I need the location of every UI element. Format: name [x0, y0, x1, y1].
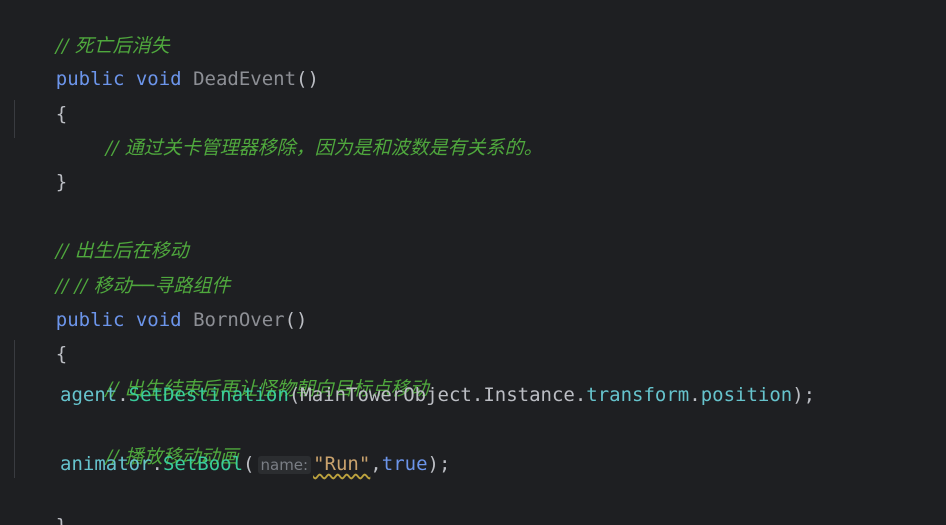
keyword-void: void: [135, 68, 182, 90]
identifier-transform[interactable]: transform: [586, 384, 689, 406]
keyword-void: void: [135, 309, 182, 331]
identifier-agent[interactable]: agent: [60, 384, 117, 406]
brace-close: }: [56, 515, 67, 525]
parentheses: (): [284, 309, 308, 331]
identifier-instance[interactable]: Instance: [483, 384, 575, 406]
code-line[interactable]: // 播放移动动画: [10, 415, 239, 468]
identifier-animator[interactable]: animator: [60, 453, 152, 475]
code-line[interactable]: agent.SetDestination(MainTowerObject.Ins…: [10, 381, 815, 409]
code-line[interactable]: // 死亡后消失: [10, 4, 170, 57]
code-line[interactable]: }: [10, 140, 67, 193]
bool-true[interactable]: true: [382, 453, 428, 475]
comment-remove: // 通过关卡管理器移除，因为是和波数是有关系的。: [105, 137, 543, 159]
parentheses: (): [296, 68, 319, 90]
identifier-position[interactable]: position: [701, 384, 793, 406]
code-line[interactable]: // 通过关卡管理器移除，因为是和波数是有关系的。: [10, 106, 543, 159]
code-line[interactable]: public void BornOver(): [10, 278, 308, 331]
code-line[interactable]: animator.SetBool(name: "Run",true);: [10, 450, 450, 478]
method-set-bool[interactable]: SetBool: [163, 453, 243, 475]
method-name-born-over[interactable]: BornOver: [193, 309, 285, 331]
brace-close: }: [55, 171, 68, 193]
code-line[interactable]: // 出生后在移动: [10, 209, 189, 262]
string-run[interactable]: "Run": [313, 453, 370, 475]
code-line[interactable]: // // 移动──寻路组件: [10, 244, 231, 297]
code-line[interactable]: {: [10, 312, 67, 365]
parameter-hint-name: name:: [257, 456, 312, 474]
code-editor[interactable]: // 死亡后消失 public void DeadEvent() { // 通过…: [0, 0, 946, 525]
method-name-dead-event[interactable]: DeadEvent: [193, 68, 296, 90]
method-set-destination[interactable]: SetDestination: [129, 384, 289, 406]
code-line[interactable]: }: [10, 484, 67, 525]
code-line[interactable]: // 出生结束后再让怪物朝向目标点移动: [10, 347, 429, 400]
code-line[interactable]: {: [10, 72, 67, 125]
identifier-main-tower-object[interactable]: MainTowerObject: [300, 384, 472, 406]
code-line[interactable]: public void DeadEvent(): [10, 37, 319, 90]
